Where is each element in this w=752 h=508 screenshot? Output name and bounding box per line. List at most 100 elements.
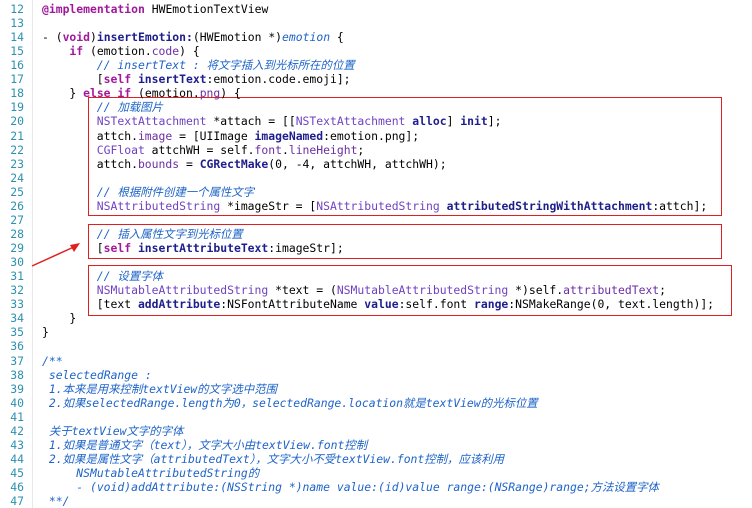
code-line[interactable]: attch.bounds = CGRectMake(0, -4, attchWH…: [97, 157, 447, 171]
code-token: void: [62, 30, 91, 45]
line-number: 20: [10, 114, 24, 129]
code-token: - (: [42, 30, 63, 45]
line-number: 37: [10, 353, 24, 368]
code-token: :attch];: [652, 198, 708, 213]
line-number: 29: [10, 241, 24, 256]
code-line[interactable]: **/: [49, 494, 70, 508]
line-number: 18: [10, 86, 24, 101]
code-token: *imageStr = [: [220, 198, 317, 213]
code-token: 关于textView文字的字体: [48, 423, 184, 438]
code-token: attchWH = self.: [144, 142, 255, 157]
code-line[interactable]: // insertText : 将文字插入到光标所在的位置: [97, 58, 355, 72]
code-token: NSMutableAttributedString: [336, 283, 509, 298]
code-line[interactable]: NSMutableAttributedString *text = (NSMut…: [97, 283, 666, 297]
code-line[interactable]: [text addAttribute:NSFontAttributeName v…: [97, 297, 714, 311]
code-line[interactable]: @implementation HWEmotionTextView: [42, 2, 268, 16]
line-number: 47: [10, 494, 24, 508]
code-line[interactable]: [self insertText:emotion.code.emoji];: [97, 72, 351, 86]
line-number: 26: [10, 198, 24, 213]
code-line[interactable]: [self insertAttributeText:imageStr];: [97, 241, 344, 255]
code-token: alloc: [412, 114, 447, 129]
code-line[interactable]: 2.如果是属性文字（attributedText），文字大小不受textView…: [49, 452, 504, 466]
code-line[interactable]: }: [69, 311, 76, 325]
code-token: ): [90, 30, 97, 45]
code-token: 2.如果selectedRange.length为0，selectedRange…: [48, 395, 538, 410]
code-token: ];: [487, 114, 502, 129]
code-line[interactable]: }: [42, 325, 49, 339]
code-line[interactable]: 2.如果selectedRange.length为0，selectedRange…: [49, 396, 538, 410]
code-token: CGRectMake: [199, 156, 269, 171]
code-token: insertEmotion:: [96, 30, 193, 45]
line-number: 28: [10, 226, 24, 241]
line-number: 36: [10, 339, 24, 354]
line-number: 25: [10, 184, 24, 199]
code-token: ) {: [220, 86, 241, 101]
line-number: 44: [10, 451, 24, 466]
code-line[interactable]: // 设置字体: [97, 269, 163, 283]
code-line[interactable]: NSMutableAttributedString的: [76, 466, 259, 480]
code-token: CGFloat: [96, 142, 145, 157]
line-number: 12: [10, 2, 24, 16]
code-token: self: [103, 72, 132, 87]
code-token: NSTextAttachment: [295, 114, 406, 129]
line-number: 21: [10, 128, 24, 143]
code-token: NSMutableAttributedString: [96, 283, 269, 298]
code-token: =: [179, 156, 200, 171]
code-token: // 根据附件创建一个属性文字: [96, 184, 255, 199]
code-token: }: [69, 311, 77, 326]
code-token: NSAttributedString: [96, 198, 221, 213]
code-token: attributedText: [563, 283, 660, 298]
code-line[interactable]: 1.如果是普通文字（text），文字大小由textView.font控制: [49, 438, 367, 452]
code-line[interactable]: // 根据附件创建一个属性文字: [97, 185, 254, 199]
code-token: :emotion.code.emoji];: [206, 72, 351, 87]
code-line[interactable]: 关于textView文字的字体: [49, 424, 184, 438]
code-line[interactable]: NSAttributedString *imageStr = [NSAttrib…: [97, 199, 707, 213]
code-token: image: [137, 128, 173, 143]
code-editor[interactable]: 12 @implementation HWEmotionTextView 13 14 -…: [0, 0, 752, 508]
code-token: ;: [357, 142, 365, 157]
code-token: NSMutableAttributedString的: [76, 465, 260, 480]
line-number: 41: [10, 409, 24, 424]
code-token: 2.如果是属性文字（attributedText），文字大小不受textView…: [48, 451, 505, 466]
code-line[interactable]: attch.image = [UIImage imageNamed:emotio…: [97, 129, 419, 143]
line-number: 40: [10, 395, 24, 410]
code-token: (0, -4, attchWH, attchWH);: [268, 156, 447, 171]
code-token: (HWEmotion *): [192, 30, 283, 45]
line-number: 42: [10, 423, 24, 438]
code-line[interactable]: } else if (emotion.png) {: [69, 86, 240, 100]
code-line[interactable]: // 加载图片: [97, 100, 163, 114]
line-number: 38: [10, 367, 24, 382]
code-line[interactable]: 1.本来是用来控制textView的文字选中范围: [49, 382, 277, 396]
code-token: :NSFontAttributeName: [220, 297, 365, 312]
code-line[interactable]: if (emotion.code) {: [69, 44, 199, 58]
line-number: 32: [10, 283, 24, 298]
line-number: 43: [10, 437, 24, 452]
code-line[interactable]: CGFloat attchWH = self.font.lineHeight;: [97, 143, 364, 157]
code-token: :imageStr];: [268, 241, 344, 256]
code-token: init: [460, 114, 488, 129]
code-token: lineHeight: [288, 142, 358, 157]
code-token: attch.: [96, 156, 138, 171]
line-number: 46: [10, 480, 24, 495]
line-number: 39: [10, 381, 24, 396]
code-token: addAttribute: [137, 297, 221, 312]
code-line[interactable]: - (void)addAttribute:(NSString *)name va…: [76, 480, 659, 494]
code-token: imageNamed: [254, 128, 324, 143]
code-token: :NSMakeRange(0, text.length)];: [508, 297, 715, 312]
code-token: // 插入属性文字到光标位置: [96, 226, 243, 241]
code-line[interactable]: NSTextAttachment *attach = [[NSTextAttac…: [97, 114, 502, 128]
code-token: bounds: [137, 156, 180, 171]
code-token: attch.: [96, 128, 138, 143]
code-token: // insertText : 将文字插入到光标所在的位置: [96, 58, 355, 73]
code-line[interactable]: selectedRange :: [49, 368, 152, 382]
code-token: - (void)addAttribute:(NSString *)name va…: [76, 480, 659, 495]
code-token: @implementation: [42, 2, 145, 16]
code-line[interactable]: - (void)insertEmotion:(HWEmotion *)emoti…: [42, 30, 344, 44]
code-line[interactable]: // 插入属性文字到光标位置: [97, 227, 243, 241]
code-line[interactable]: /**: [42, 354, 63, 368]
code-token: .: [281, 142, 289, 157]
code-token: code: [151, 44, 180, 59]
line-number: 31: [10, 269, 24, 284]
